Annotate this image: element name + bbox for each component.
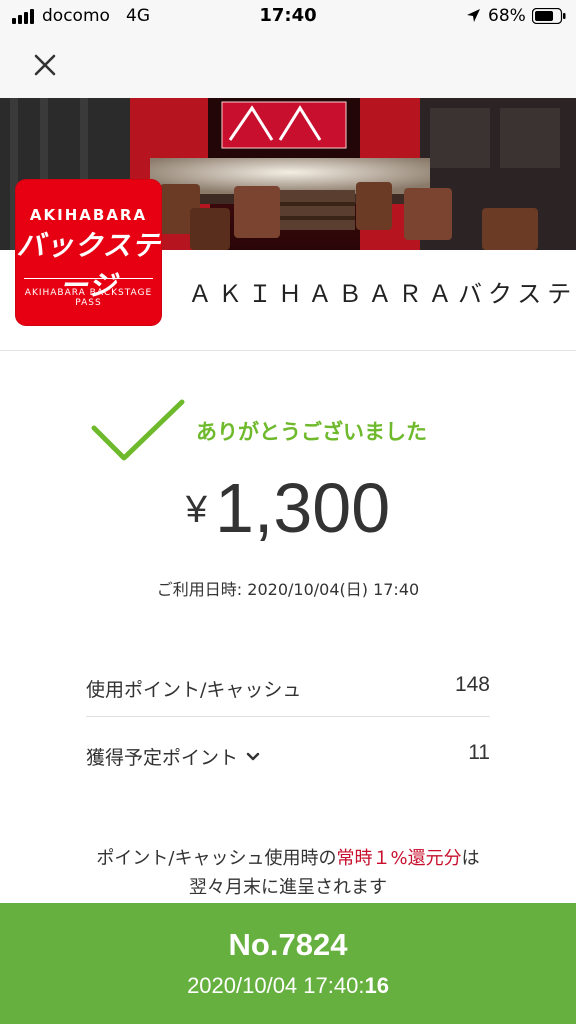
shop-logo: AKIHABARA バックステージ AKIHABARA BACKSTAGE PA… [16, 180, 161, 325]
amount-value: 1,300 [214, 469, 391, 547]
earned-points-row[interactable]: 獲得予定ポイント 11 [86, 735, 490, 775]
location-icon [467, 9, 480, 22]
earned-points-value: 11 [468, 741, 490, 764]
receipt-datetime-main: 2020/10/04 17:40: [187, 973, 365, 998]
battery-icon [532, 8, 566, 24]
nav-bar [0, 34, 576, 98]
status-bar: docomo 4G 17:40 68% [0, 0, 576, 34]
usage-date: ご利用日時: 2020/10/04(日) 17:40 [156, 580, 420, 599]
logo-divider [24, 278, 153, 279]
check-icon [91, 399, 185, 461]
payment-amount: ¥1,300 [0, 468, 576, 548]
used-points-row: 使用ポイント/キャッシュ 148 [86, 667, 490, 707]
logo-bottom-text: AKIHABARA BACKSTAGE PASS [24, 288, 153, 308]
earned-points-label: 獲得予定ポイント [86, 747, 239, 769]
note-highlight: 常時１%還元分 [336, 848, 462, 869]
payment-complete-screen: docomo 4G 17:40 68% AKIHABARA バックステージ AK… [0, 0, 576, 1024]
used-points-value: 148 [454, 673, 490, 696]
note-line-1: ポイント/キャッシュ使用時の常時１%還元分は [0, 844, 576, 873]
chevron-down-icon[interactable] [246, 752, 260, 762]
currency-symbol: ¥ [185, 489, 207, 531]
thanks-message: ありがとうございました [196, 420, 427, 444]
row-divider [86, 716, 490, 717]
cashback-note: ポイント/キャッシュ使用時の常時１%還元分は 翌々月末に進呈されます [0, 844, 576, 902]
receipt-number: No.7824 [228, 927, 348, 962]
used-points-label: 使用ポイント/キャッシュ [86, 679, 302, 701]
note-text-1: ポイント/キャッシュ使用時の [96, 848, 337, 869]
battery-percentage: 68% [488, 6, 526, 26]
shop-name: ＡＫＩＨＡＢＡＲＡバクステ [188, 281, 576, 308]
receipt-datetime: 2020/10/04 17:40:16 [0, 973, 576, 999]
earned-points-toggle[interactable]: 獲得予定ポイント [86, 743, 260, 770]
note-text-2: は [461, 848, 480, 869]
close-icon[interactable] [30, 50, 60, 80]
note-line-2: 翌々月末に進呈されます [189, 877, 387, 898]
header-divider [0, 350, 576, 351]
receipt-footer: No.7824 2020/10/04 17:40:16 [0, 903, 576, 1024]
logo-top-text: AKIHABARA [29, 206, 148, 224]
receipt-seconds: 16 [364, 973, 389, 998]
